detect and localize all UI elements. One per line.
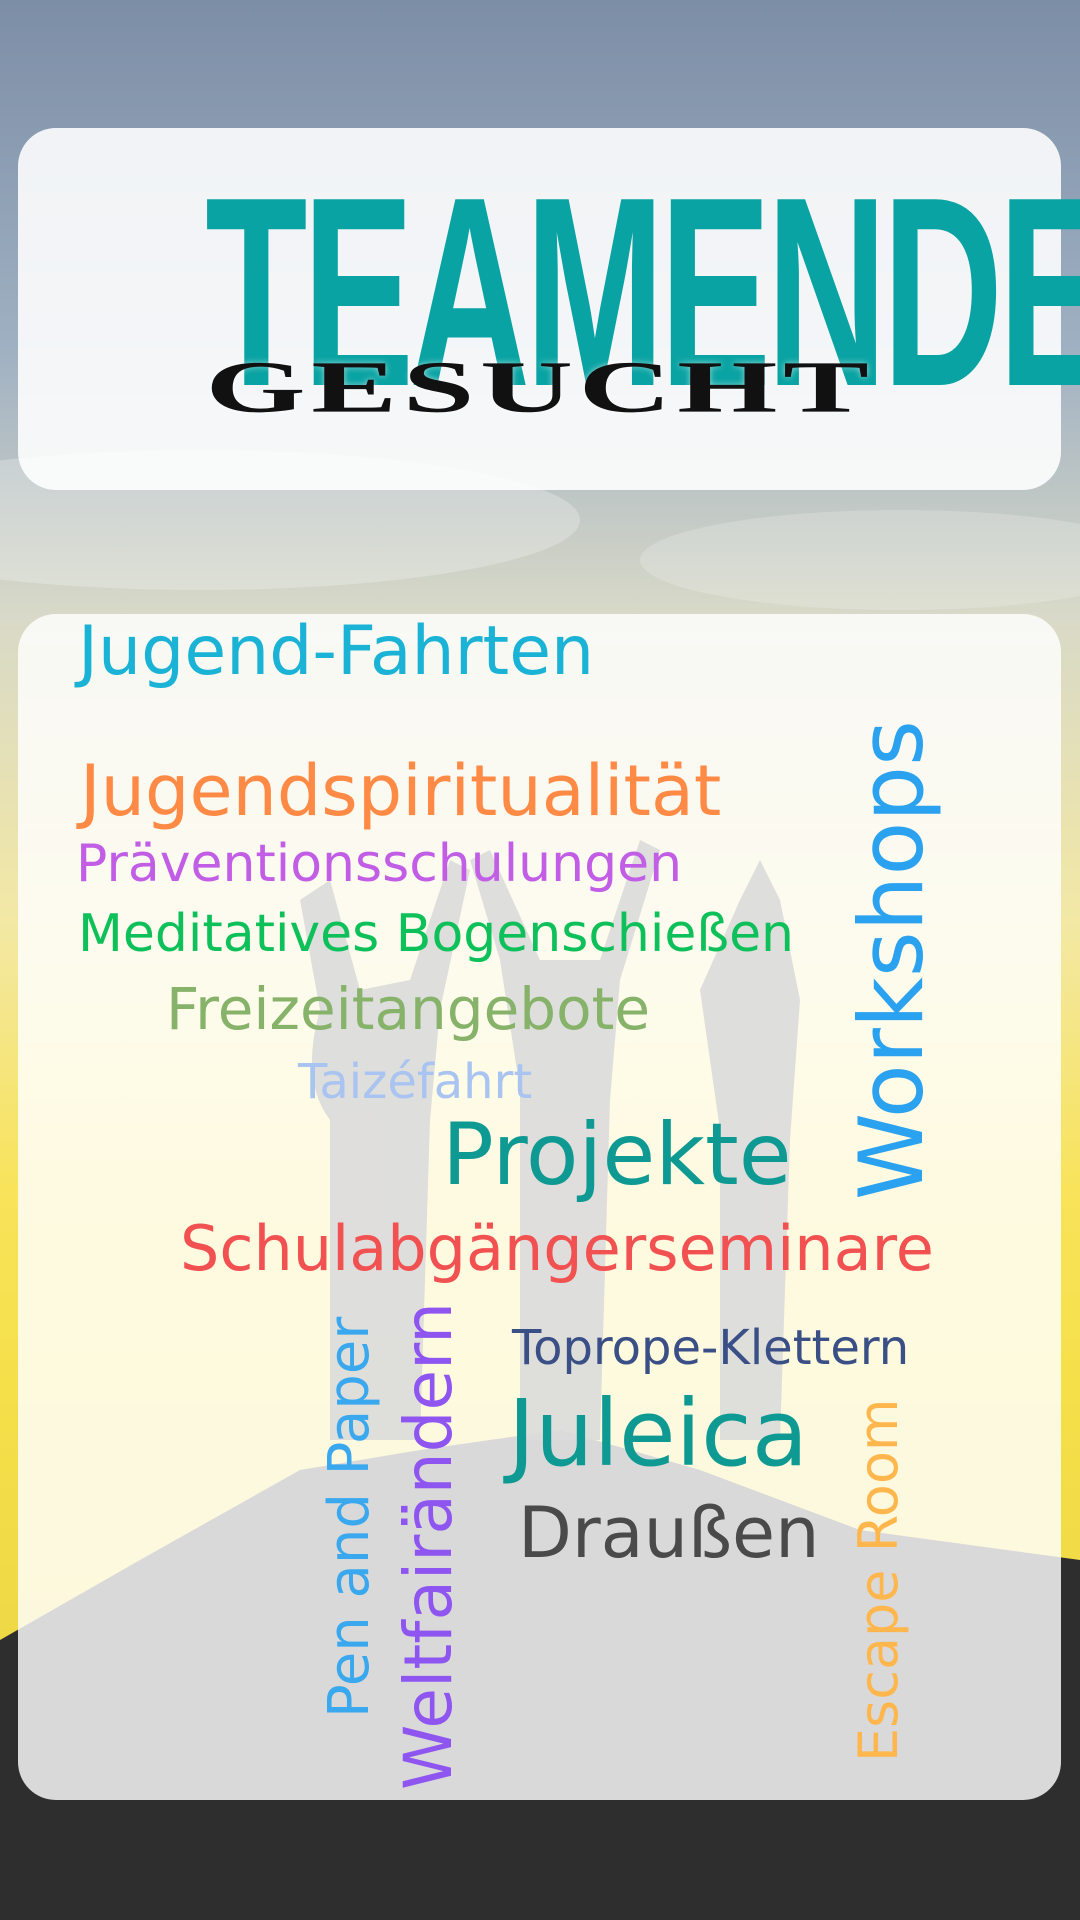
word-workshops: Workshops [840,719,943,1200]
word-draussen: Draußen [518,1492,820,1574]
word-praeventionsschulungen: Präventionsschulungen [76,834,683,894]
word-meditatives-bogenschiessen: Meditatives Bogenschießen [78,904,795,964]
word-weltfairaendern: Weltfairändern [390,1302,467,1790]
word-juleica: Juleica [508,1380,809,1487]
word-toprope-klettern: Toprope-Klettern [512,1320,910,1376]
word-jugend-fahrten: Jugend-Fahrten [78,612,595,691]
word-freizeitangebote: Freizeitangebote [166,975,651,1043]
page-subtitle: GESUCHT [205,346,875,428]
word-pen-and-paper: Pen and Paper [317,1316,382,1718]
word-taizefahrt: Taizéfahrt [298,1054,533,1110]
word-escape-room: Escape Room [847,1398,910,1762]
word-schulabgaengerseminare: Schulabgängerseminare [180,1212,934,1285]
word-jugendspiritualitaet: Jugendspiritualität [80,750,722,832]
word-projekte: Projekte [442,1105,792,1205]
